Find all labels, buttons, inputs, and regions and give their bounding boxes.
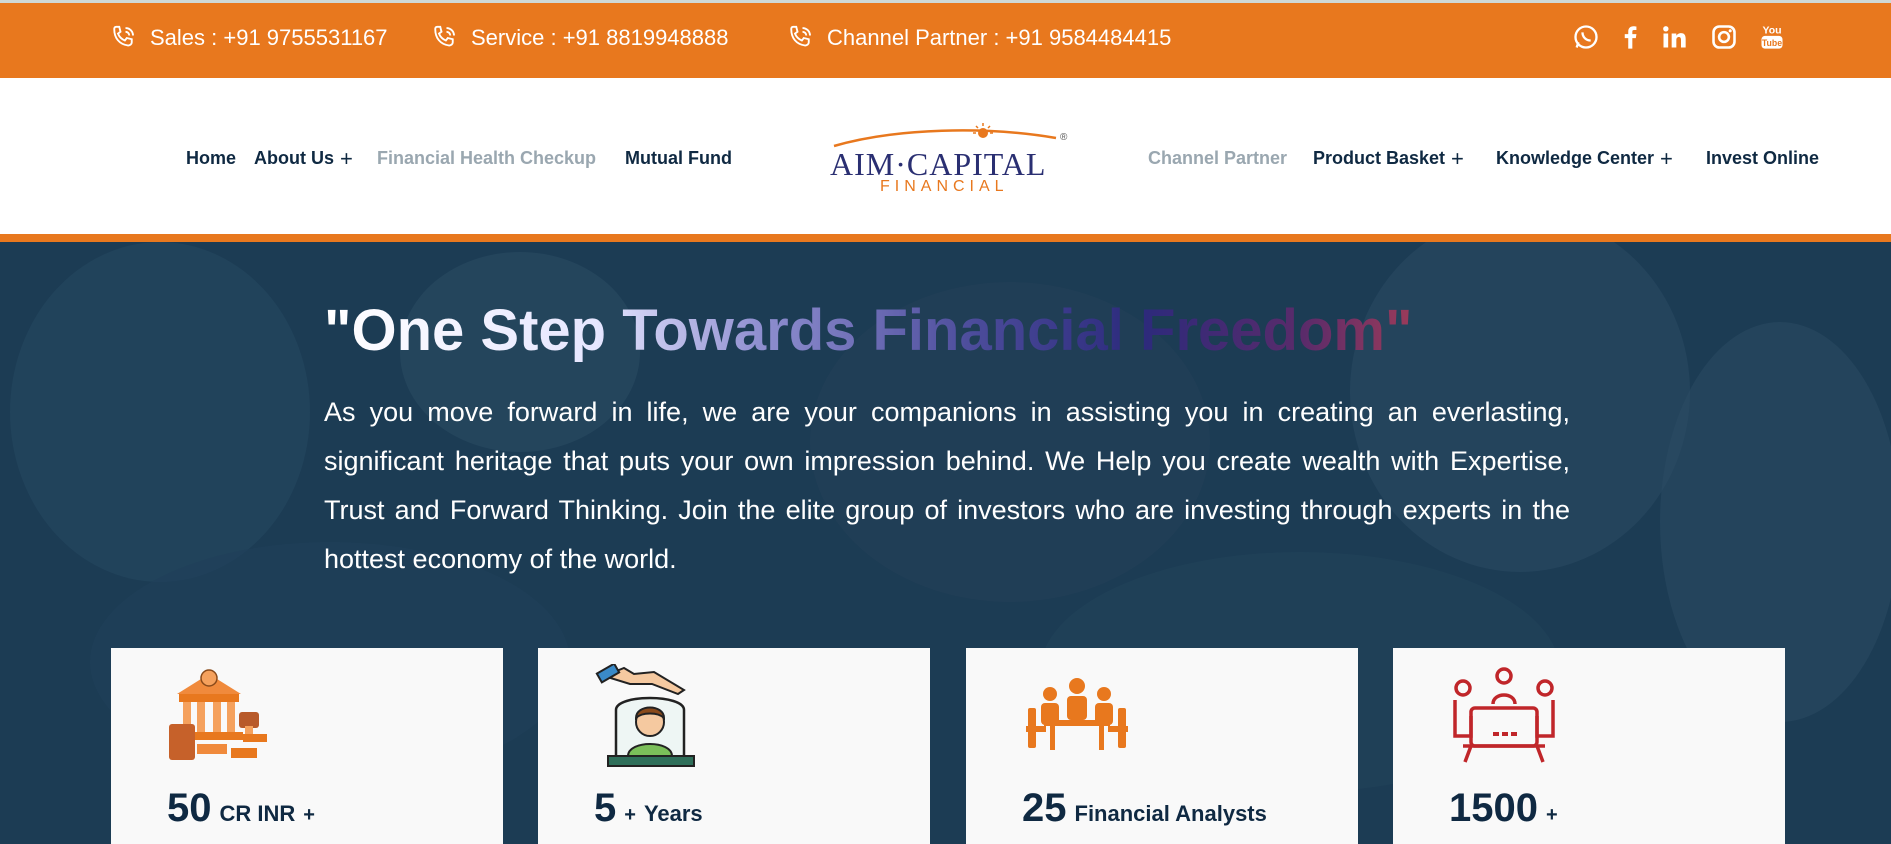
stat-number: 50	[167, 786, 212, 830]
instagram-link[interactable]	[1708, 21, 1740, 53]
stat-plus: +	[624, 804, 636, 826]
linkedin-link[interactable]	[1658, 21, 1690, 53]
expand-icon: +	[1451, 145, 1464, 171]
nav-divider	[0, 234, 1891, 242]
stat-card-years: 5 + Years	[538, 648, 930, 844]
protected-person-icon	[595, 664, 695, 767]
facebook-link[interactable]	[1614, 21, 1646, 53]
youtube-icon: YouTube	[1761, 25, 1783, 49]
whatsapp-link[interactable]	[1570, 21, 1602, 53]
expand-icon: +	[340, 145, 353, 171]
instagram-icon	[1712, 25, 1736, 49]
svg-text:Tube: Tube	[1762, 38, 1782, 48]
stat-card-aum: 50 CR INR +	[111, 648, 503, 844]
stat-number: 5	[594, 786, 617, 830]
meeting-team-icon	[1026, 678, 1128, 750]
stat-analysts: 25 Financial Analysts	[1022, 786, 1267, 831]
stat-plus: +	[303, 804, 315, 826]
nav-mutual-fund[interactable]: Mutual Fund	[625, 148, 732, 169]
stat-number: 25	[1022, 786, 1067, 830]
nav-health-label: Financial Health Checkup	[377, 148, 597, 168]
whatsapp-icon	[1574, 25, 1598, 49]
logo-sub-text: FINANCIAL	[880, 178, 1009, 195]
nav-knowledge-center[interactable]: Knowledge Center +	[1496, 145, 1673, 171]
stat-unit: CR INR	[219, 801, 296, 826]
aim-capital-logo[interactable]: AIM·CAPITAL FINANCIAL ®	[826, 122, 1070, 198]
nav-about-us[interactable]: About Us +	[254, 145, 353, 171]
nav-home[interactable]: Home	[186, 148, 236, 169]
stat-plus: +	[1545, 804, 1558, 826]
nav-about-label: About Us	[254, 148, 334, 168]
stat-years: 5 + Years	[594, 786, 703, 831]
service-label: Service : +91 8819948888	[471, 25, 729, 50]
nav-channel-label: Channel Partner	[1148, 148, 1288, 168]
hero-headline: "One Step Towards Financial Freedom"	[324, 298, 1413, 363]
stat-unit: Years	[643, 801, 703, 826]
sales-label: Sales : +91 9755531167	[150, 25, 388, 50]
top-contact-bar: Sales : +91 9755531167 Service : +91 881…	[0, 0, 1891, 78]
linkedin-icon	[1663, 26, 1686, 48]
nav-product-label: Product Basket	[1313, 148, 1446, 168]
registered-mark: ®	[1060, 132, 1068, 143]
phone-icon	[113, 25, 134, 47]
service-contact[interactable]: Service : +91 8819948888	[429, 23, 728, 53]
channel-partner-contact[interactable]: Channel Partner : +91 9584484415	[785, 23, 1171, 53]
nav-home-label: Home	[186, 148, 237, 168]
svg-text:You: You	[1762, 25, 1781, 37]
stat-aum: 50 CR INR +	[167, 786, 315, 831]
expand-icon: +	[1660, 145, 1673, 171]
stat-card-clients: 1500 +	[1393, 648, 1785, 844]
channel-partner-label: Channel Partner : +91 9584484415	[827, 25, 1172, 50]
stat-unit: Financial Analysts	[1074, 801, 1267, 826]
stat-clients: 1500 +	[1449, 786, 1558, 831]
nav-knowledge-label: Knowledge Center	[1496, 148, 1655, 168]
hero-description: As you move forward in life, we are your…	[324, 397, 1570, 574]
phone-icon	[790, 25, 811, 47]
nav-product-basket[interactable]: Product Basket +	[1313, 145, 1464, 171]
youtube-link[interactable]: You Tube	[1756, 21, 1788, 53]
nav-channel-partner[interactable]: Channel Partner	[1148, 148, 1287, 169]
phone-icon	[434, 25, 455, 47]
sales-contact[interactable]: Sales : +91 9755531167	[108, 23, 388, 53]
nav-invest-label: Invest Online	[1706, 148, 1820, 168]
stat-card-analysts: 25 Financial Analysts	[966, 648, 1358, 844]
nav-financial-health-checkup[interactable]: Financial Health Checkup	[377, 148, 596, 169]
nav-invest-online[interactable]: Invest Online	[1706, 148, 1819, 169]
facebook-icon	[1624, 26, 1637, 49]
conference-table-icon	[1453, 667, 1555, 763]
stat-number: 1500	[1449, 786, 1538, 830]
nav-mutual-label: Mutual Fund	[625, 148, 732, 168]
bank-money-icon	[169, 669, 267, 760]
